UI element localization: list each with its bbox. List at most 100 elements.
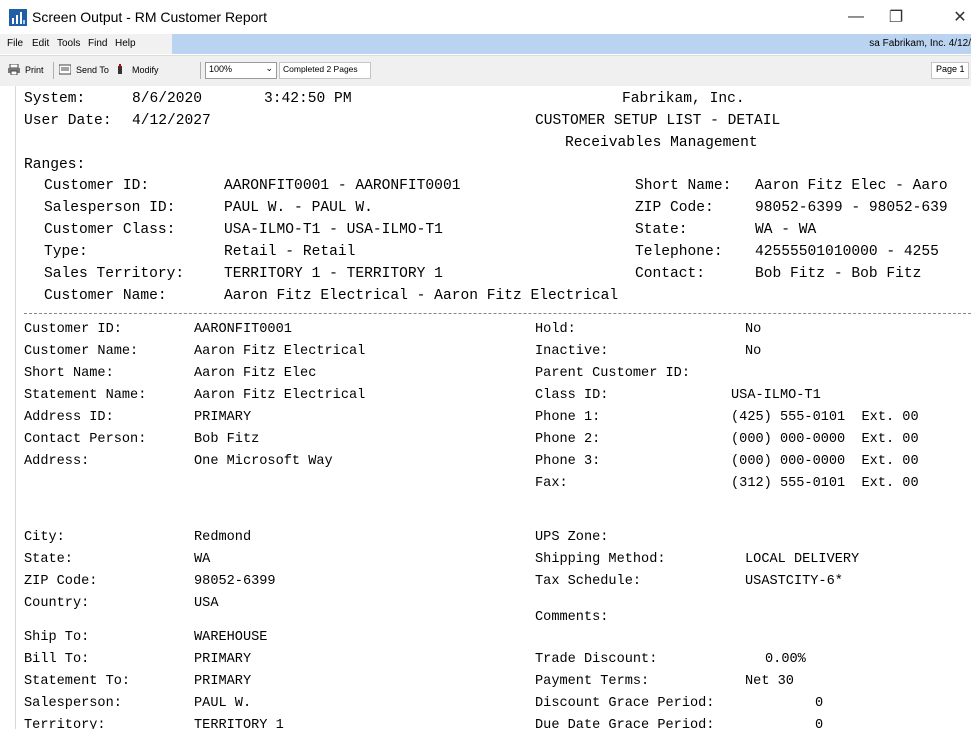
field-value: PRIMARY [194, 652, 252, 667]
close-icon: ✕ [953, 9, 967, 26]
close-button[interactable]: ✕ [940, 4, 971, 30]
field-label: Short Name: [24, 366, 114, 381]
field-label: Ship To: [24, 630, 90, 645]
field-label: UPS Zone: [535, 530, 609, 545]
field-label: Hold: [535, 322, 576, 337]
field-value: Aaron Fitz Elec [194, 366, 317, 381]
user-company-date: sa Fabrikam, Inc. 4/12/ [869, 38, 971, 49]
range-label: Type: [44, 244, 88, 260]
range-value: Aaron Fitz Electrical - Aaron Fitz Elect… [224, 288, 619, 304]
field-value: 0.00% [765, 652, 806, 667]
range-label: Short Name: [635, 178, 732, 194]
user-date-label: User Date: [24, 113, 112, 129]
field-value: One Microsoft Way [194, 454, 333, 469]
system-time: 3:42:50 PM [264, 91, 352, 107]
range-value: 42555501010000 - 4255 [755, 244, 939, 260]
send-to-button[interactable]: Send To [76, 65, 109, 75]
field-value: 98052-6399 [194, 574, 276, 589]
status-text: Completed 2 Pages [283, 64, 358, 74]
menu-edit[interactable]: Edit [32, 38, 49, 49]
toolbar: Print Send To Modify 100% ⌄ Completed 2 … [0, 55, 971, 87]
field-value: Net 30 [745, 674, 794, 689]
menu-file[interactable]: File [7, 38, 23, 49]
maximize-button[interactable]: ❐ [876, 4, 916, 30]
report-module: Receivables Management [565, 135, 758, 151]
field-label: Shipping Method: [535, 552, 666, 567]
range-label: Sales Territory: [44, 266, 185, 282]
range-label: Contact: [635, 266, 706, 282]
status-box: Completed 2 Pages [279, 62, 371, 79]
field-value: Redmond [194, 530, 252, 545]
section-divider [24, 313, 971, 315]
field-label: Address ID: [24, 410, 114, 425]
field-label: City: [24, 530, 65, 545]
send-to-icon [59, 64, 71, 75]
report-area[interactable]: System: 8/6/2020 3:42:50 PM User Date: 4… [0, 86, 971, 729]
ranges-label: Ranges: [24, 157, 86, 173]
minimize-button[interactable]: — [836, 4, 876, 30]
field-label: Payment Terms: [535, 674, 650, 689]
field-value: Aaron Fitz Electrical [194, 388, 366, 403]
field-value: PRIMARY [194, 410, 252, 425]
report-app-icon [9, 9, 27, 26]
field-label: Phone 1: [535, 410, 601, 425]
report-left-margin [0, 86, 16, 729]
range-label: Customer Name: [44, 288, 167, 304]
field-value: (000) 000-0000 Ext. 00 [731, 454, 919, 469]
field-value: 0 [815, 718, 824, 729]
field-label: Bill To: [24, 652, 90, 667]
field-label: State: [24, 552, 73, 567]
range-label: Salesperson ID: [44, 200, 176, 216]
field-label: Discount Grace Period: [535, 696, 715, 711]
field-label: Inactive: [535, 344, 609, 359]
field-value: (000) 000-0000 Ext. 00 [731, 432, 919, 447]
menu-bar: File Edit Tools Find Help sa Fabrikam, I… [0, 34, 971, 54]
toolbar-separator [53, 62, 54, 79]
range-label: ZIP Code: [635, 200, 714, 216]
range-value: WA - WA [755, 222, 817, 238]
field-value: Bob Fitz [194, 432, 260, 447]
field-label: Class ID: [535, 388, 609, 403]
field-label: Address: [24, 454, 90, 469]
range-value: Retail - Retail [224, 244, 356, 260]
field-label: Customer ID: [24, 322, 122, 337]
system-label: System: [24, 91, 86, 107]
range-value: Aaron Fitz Elec - Aaro [755, 178, 948, 194]
field-label: Due Date Grace Period: [535, 718, 715, 729]
field-value: No [745, 344, 762, 359]
window-title: Screen Output - RM Customer Report [32, 9, 267, 25]
range-value: AARONFIT0001 - AARONFIT0001 [224, 178, 461, 194]
field-value: No [745, 322, 762, 337]
modify-button[interactable]: Modify [132, 65, 159, 75]
field-value: LOCAL DELIVERY [745, 552, 860, 567]
zoom-value: 100% [209, 64, 233, 74]
menu-find[interactable]: Find [88, 38, 107, 49]
field-value: WA [194, 552, 211, 567]
field-value: USASTCITY-6* [745, 574, 843, 589]
field-value: PAUL W. [194, 696, 252, 711]
modify-icon [118, 64, 122, 74]
range-value: 98052-6399 - 98052-639 [755, 200, 948, 216]
print-button[interactable]: Print [25, 65, 44, 75]
field-value: TERRITORY 1 [194, 718, 284, 729]
range-value: Bob Fitz - Bob Fitz [755, 266, 922, 282]
menu-help[interactable]: Help [115, 38, 136, 49]
range-label: Telephone: [635, 244, 723, 260]
field-label: Territory: [24, 718, 106, 729]
field-label: ZIP Code: [24, 574, 98, 589]
report-title: CUSTOMER SETUP LIST - DETAIL [535, 113, 781, 129]
printer-icon [8, 64, 20, 75]
menu-tools[interactable]: Tools [57, 38, 80, 49]
field-label: Statement To: [24, 674, 131, 689]
field-label: Contact Person: [24, 432, 147, 447]
range-label: Customer Class: [44, 222, 176, 238]
field-value: WAREHOUSE [194, 630, 268, 645]
title-bar: Screen Output - RM Customer Report — ❐ ✕ [0, 0, 971, 34]
user-date: 4/12/2027 [132, 113, 211, 129]
zoom-select[interactable]: 100% ⌄ [205, 62, 277, 79]
field-label: Trade Discount: [535, 652, 658, 667]
page-indicator: Page 1 [931, 62, 969, 79]
field-label: Customer Name: [24, 344, 139, 359]
menu-bar-left-area [0, 34, 172, 54]
minimize-icon: — [848, 8, 864, 25]
